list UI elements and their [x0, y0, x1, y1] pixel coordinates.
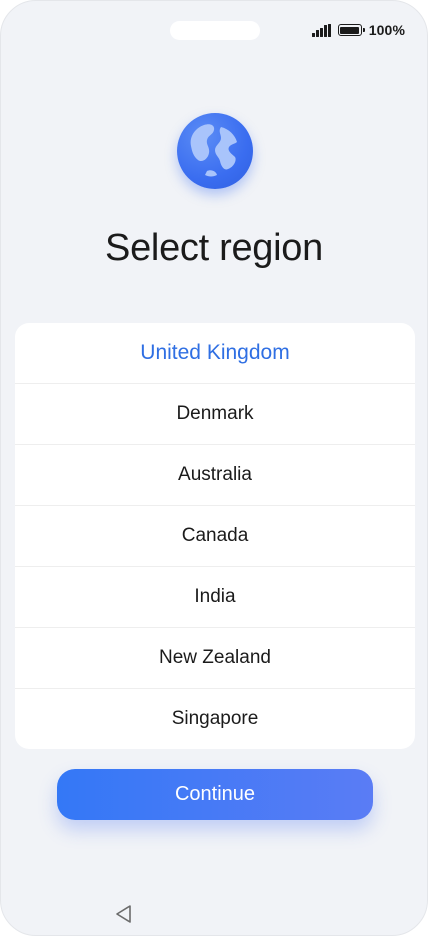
battery-fill: [340, 26, 360, 34]
region-list: United Kingdom Denmark Australia Canada …: [15, 323, 415, 749]
region-item-australia[interactable]: Australia: [15, 445, 415, 506]
page-title: Select region: [105, 227, 323, 269]
camera-pill: [170, 21, 260, 40]
region-item-united-kingdom[interactable]: United Kingdom: [15, 323, 415, 384]
phone-screen: 100% Select region United Kingdom Denmar…: [0, 0, 428, 936]
back-triangle-icon[interactable]: [113, 903, 135, 925]
region-item-canada[interactable]: Canada: [15, 506, 415, 567]
region-item-singapore[interactable]: Singapore: [15, 689, 415, 749]
region-item-new-zealand[interactable]: New Zealand: [15, 628, 415, 689]
globe-landmass-graphic: [190, 124, 237, 177]
region-item-india[interactable]: India: [15, 567, 415, 628]
cellular-signal-icon: [312, 23, 331, 37]
status-bar: 100%: [312, 20, 405, 40]
globe-icon: [177, 113, 253, 189]
battery-percentage: 100%: [368, 22, 405, 38]
continue-button[interactable]: Continue: [57, 769, 373, 820]
battery-icon: [337, 24, 365, 36]
region-item-denmark[interactable]: Denmark: [15, 384, 415, 445]
